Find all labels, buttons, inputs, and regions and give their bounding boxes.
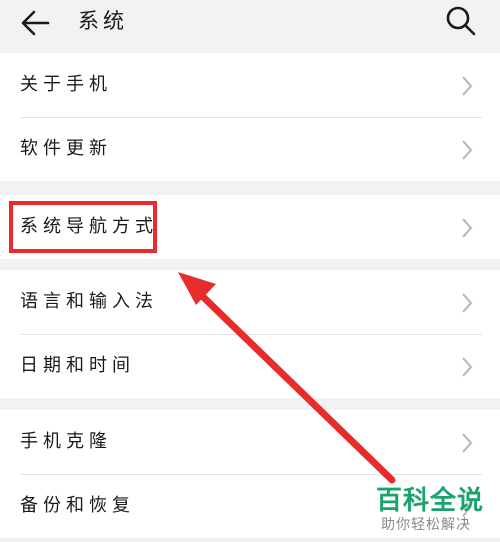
settings-item-phone-clone[interactable]: 手机克隆 — [0, 410, 500, 474]
top-app-bar: 系统 — [0, 0, 500, 48]
settings-item-about-phone[interactable]: 关于手机 — [0, 53, 500, 117]
settings-item-software-update[interactable]: 软件更新 — [0, 117, 500, 181]
chevron-right-icon — [462, 76, 473, 96]
settings-item-label: 软件更新 — [20, 138, 112, 159]
settings-item-label: 日期和时间 — [20, 355, 135, 376]
watermark-logo: 百科全说 — [376, 486, 485, 516]
back-arrow-icon[interactable] — [18, 6, 52, 40]
page-title: 系统 — [78, 9, 128, 33]
settings-item-label: 语言和输入法 — [20, 291, 158, 312]
search-icon[interactable] — [444, 4, 478, 38]
highlight-box — [9, 201, 157, 253]
settings-item-label: 手机克隆 — [20, 431, 112, 452]
settings-item-label: 关于手机 — [20, 74, 112, 95]
settings-group-language-time: 语言和输入法 日期和时间 — [0, 270, 500, 398]
chevron-right-icon — [462, 140, 473, 160]
chevron-right-icon — [462, 433, 473, 453]
chevron-right-icon — [462, 218, 473, 238]
settings-item-label: 备份和恢复 — [20, 495, 135, 516]
settings-item-language-input[interactable]: 语言和输入法 — [0, 270, 500, 334]
watermark-tagline: 助你轻松解决 — [381, 517, 471, 533]
settings-item-date-time[interactable]: 日期和时间 — [0, 334, 500, 398]
chevron-right-icon — [462, 293, 473, 313]
chevron-right-icon — [462, 357, 473, 377]
settings-group-device: 关于手机 软件更新 — [0, 53, 500, 181]
